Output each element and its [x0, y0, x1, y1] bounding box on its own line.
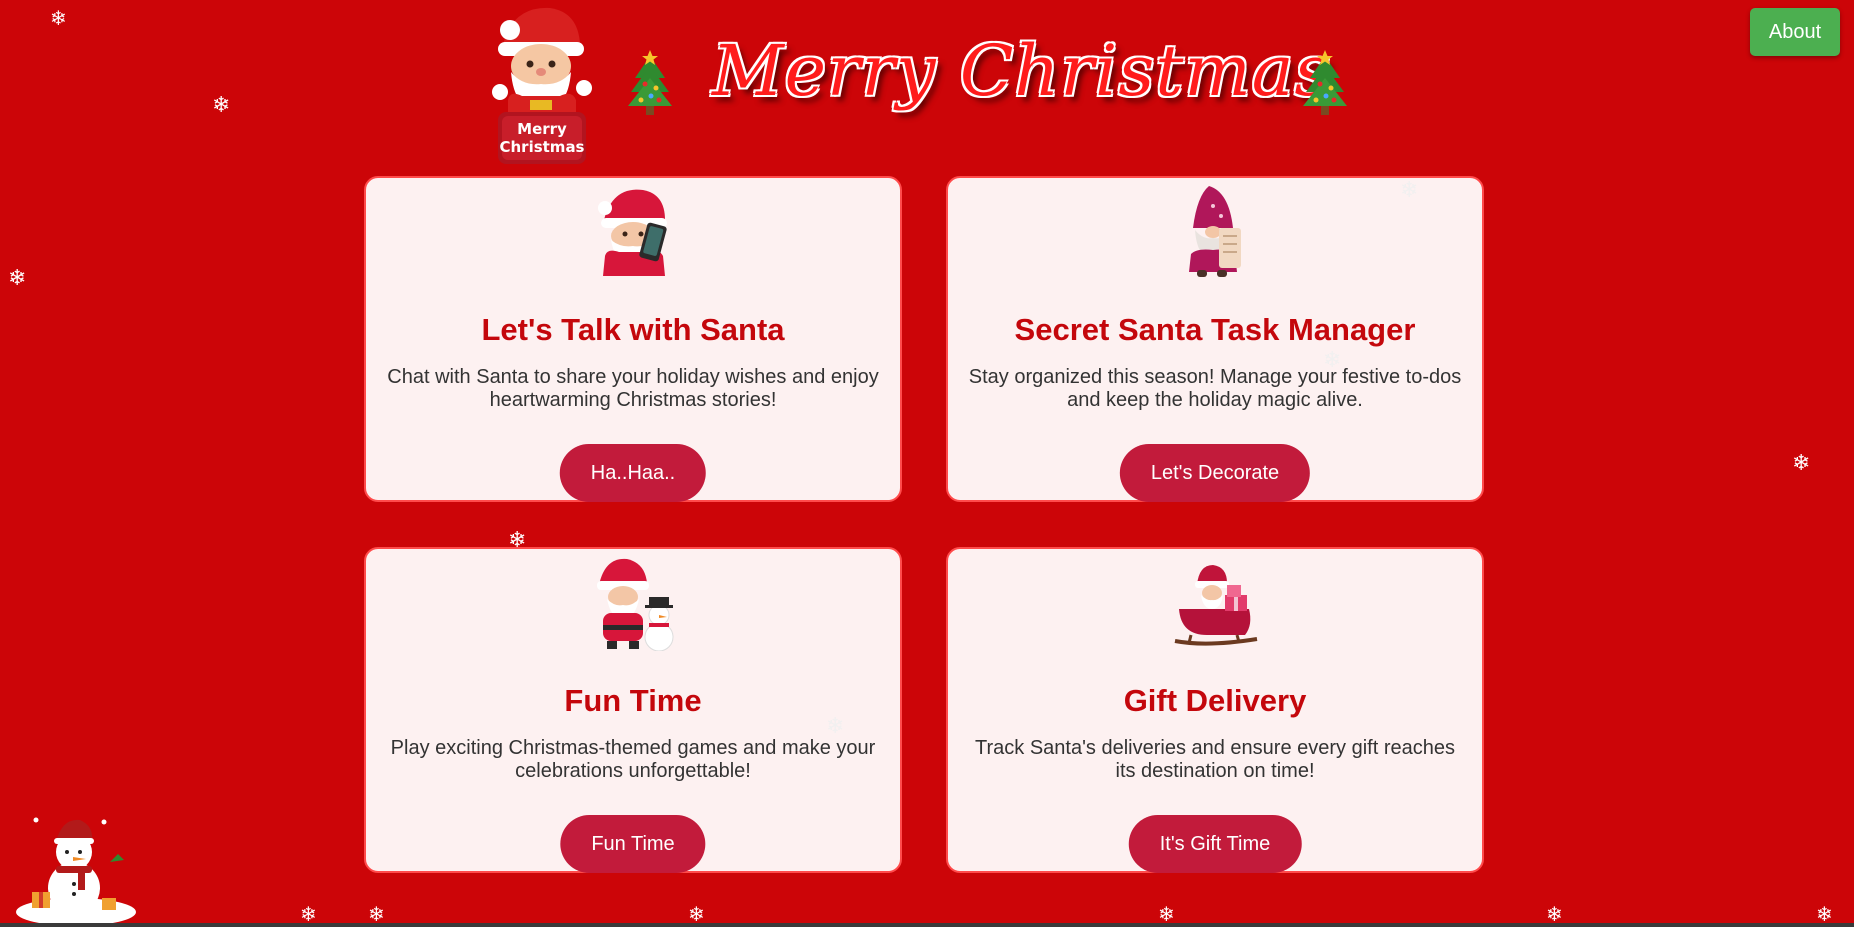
- snowflake-icon: ❄: [1158, 902, 1175, 926]
- card-title: Secret Santa Task Manager: [1014, 312, 1416, 347]
- snowflake-icon: ❄: [1400, 178, 1419, 203]
- fun-time-button[interactable]: Fun Time: [560, 815, 706, 873]
- bottom-bar: [0, 923, 1854, 927]
- card-talk-with-santa: Let's Talk with Santa Chat with Santa to…: [364, 176, 902, 502]
- card-description: Chat with Santa to share your holiday wi…: [387, 366, 879, 411]
- christmas-tree-icon: [1303, 50, 1347, 115]
- snowflake-icon: ❄: [688, 902, 705, 926]
- gnome-scroll-icon: [1189, 186, 1241, 277]
- card-description: Stay organized this season! Manage your …: [968, 366, 1462, 411]
- card-title: Gift Delivery: [1123, 683, 1307, 718]
- logo-text-line2: Christmas: [499, 138, 584, 156]
- snowflake-icon: ❄: [508, 528, 527, 553]
- page: Merry Christmas Merry Christmas About Le…: [0, 0, 1854, 927]
- snowflake-icon: ❄: [8, 266, 27, 291]
- snowflake-icon: ❄: [1546, 902, 1563, 926]
- snowflake-icon: ❄: [50, 6, 67, 30]
- card-secret-santa: Secret Santa Task Manager Stay organized…: [946, 176, 1484, 502]
- talk-with-santa-button[interactable]: Ha..Haa..: [559, 444, 707, 502]
- snowflake-icon: ❄: [1323, 348, 1342, 373]
- christmas-tree-icon: [628, 50, 672, 115]
- card-gift-delivery: Gift Delivery Track Santa's deliveries a…: [946, 547, 1484, 873]
- header: Merry Christmas Merry Christmas: [480, 0, 1360, 170]
- santa-sleigh-icon: [1174, 565, 1258, 646]
- secret-santa-button[interactable]: Let's Decorate: [1119, 444, 1311, 502]
- logo-text-line1: Merry: [517, 120, 567, 138]
- card-title: Fun Time: [564, 683, 702, 718]
- page-title: Merry Christmas: [712, 30, 1332, 112]
- snowflake-icon: ❄: [826, 714, 845, 739]
- about-button[interactable]: About: [1750, 8, 1840, 56]
- snowflake-icon: ❄: [368, 902, 385, 926]
- card-description: Track Santa's deliveries and ensure ever…: [975, 737, 1455, 782]
- gift-delivery-button[interactable]: It's Gift Time: [1128, 815, 1302, 873]
- snowflake-icon: ❄: [1816, 902, 1833, 926]
- card-description: Play exciting Christmas-themed games and…: [390, 737, 876, 782]
- santa-snowman-icon: [597, 558, 674, 651]
- santa-logo-icon: Merry Christmas: [492, 7, 592, 164]
- card-title: Let's Talk with Santa: [481, 312, 785, 347]
- snowman-icon: [16, 817, 136, 926]
- snowflake-icon: ❄: [300, 902, 317, 926]
- card-fun-time: Fun Time Play exciting Christmas-themed …: [364, 547, 902, 873]
- snowflake-icon: ❄: [1792, 451, 1811, 476]
- snowflake-icon: ❄: [212, 93, 231, 118]
- santa-phone-icon: [598, 189, 667, 276]
